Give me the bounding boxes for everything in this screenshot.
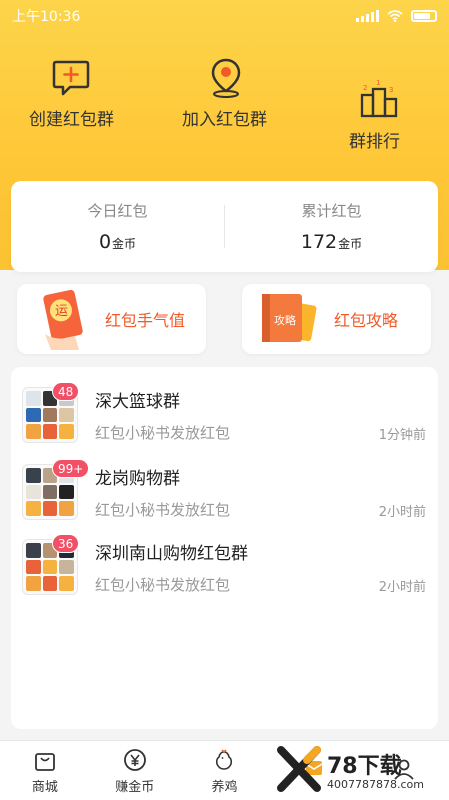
tab-raise-chicken-label: 养鸡 — [211, 779, 238, 795]
guide-book-icon: 攻略 — [262, 294, 317, 342]
group-time: 1分钟前 — [378, 428, 426, 443]
svg-text:3: 3 — [389, 86, 393, 94]
today-unit: 金币 — [112, 237, 137, 251]
join-group-label: 加入红包群 — [182, 110, 267, 130]
quick-actions: 创建红包群 加入红包群 2 1 3 群排行 — [0, 56, 449, 166]
status-bar: 上午10:36 — [0, 0, 449, 32]
create-group-label: 创建红包群 — [29, 110, 114, 130]
watermark-url: 4007787878.com — [327, 778, 424, 791]
total-unit: 金币 — [338, 237, 363, 251]
svg-text:2: 2 — [363, 84, 367, 92]
group-name: 深圳南山购物红包群 — [95, 544, 248, 564]
today-label: 今日红包 — [87, 202, 148, 220]
yen-coin-icon — [122, 747, 148, 773]
site-watermark: 78下载 4007787878.com — [277, 746, 445, 798]
tab-shop-label: 商城 — [31, 779, 58, 795]
group-ranking-button[interactable]: 2 1 3 群排行 — [349, 78, 401, 154]
tab-earn-coins-label: 赚金币 — [115, 779, 155, 795]
svg-text:1: 1 — [376, 80, 380, 87]
watermark-brand: 78下载 — [327, 754, 402, 779]
today-value: 0 — [98, 231, 112, 253]
tab-shop[interactable]: 商城 — [0, 741, 90, 800]
total-label: 累计红包 — [301, 202, 362, 220]
luck-value-button[interactable]: 运 红包手气值 — [17, 284, 206, 354]
red-envelope-guide-label: 红包攻略 — [334, 311, 399, 330]
podium-icon: 2 1 3 — [357, 78, 401, 122]
chat-plus-icon — [49, 56, 93, 100]
unread-badge: 48 — [52, 382, 80, 401]
signal-icon — [356, 10, 379, 22]
unread-badge: 99+ — [52, 459, 90, 478]
guide-icon-text: 攻略 — [274, 313, 296, 327]
group-name: 深大篮球群 — [95, 392, 180, 412]
tab-earn-coins[interactable]: 赚金币 — [90, 741, 180, 800]
group-ranking-label: 群排行 — [349, 132, 400, 152]
chicken-icon — [211, 747, 237, 773]
total-stat: 累计红包 172 金币 — [225, 181, 438, 272]
create-group-button[interactable]: 创建红包群 — [29, 56, 121, 132]
wifi-icon — [387, 10, 403, 22]
group-time: 2小时前 — [378, 580, 426, 595]
group-time: 2小时前 — [378, 505, 426, 520]
total-value: 172 — [300, 231, 338, 253]
location-pin-icon — [204, 56, 248, 100]
join-group-button[interactable]: 加入红包群 — [182, 56, 274, 132]
tab-raise-chicken[interactable]: 养鸡 — [180, 741, 270, 800]
group-list-item[interactable]: 99+ 龙岗购物群 红包小秘书发放红包 2小时前 — [11, 459, 438, 534]
red-envelope-guide-button[interactable]: 攻略 红包攻略 — [242, 284, 431, 354]
group-list: 48 深大篮球群 红包小秘书发放红包 1分钟前 99+ 龙岗购物群 红包小秘书发… — [11, 367, 438, 729]
shop-bag-icon — [32, 747, 58, 773]
group-list-item[interactable]: 48 深大篮球群 红包小秘书发放红包 1分钟前 — [11, 382, 438, 457]
group-name: 龙岗购物群 — [95, 469, 180, 489]
group-last-message: 红包小秘书发放红包 — [95, 501, 231, 519]
lucky-envelope-icon: 运 — [43, 289, 83, 350]
battery-icon — [411, 10, 437, 22]
unread-badge: 36 — [52, 534, 80, 553]
group-last-message: 红包小秘书发放红包 — [95, 424, 231, 442]
luck-value-label: 红包手气值 — [105, 311, 186, 330]
group-last-message: 红包小秘书发放红包 — [95, 576, 231, 594]
group-list-item[interactable]: 36 深圳南山购物红包群 红包小秘书发放红包 2小时前 — [11, 534, 438, 609]
stats-card: 今日红包 0 金币 累计红包 172 金币 — [11, 181, 438, 272]
today-stat: 今日红包 0 金币 — [11, 181, 224, 272]
status-time: 上午10:36 — [12, 9, 81, 25]
luck-icon-char: 运 — [55, 304, 68, 319]
watermark-logo-icon — [277, 746, 321, 792]
